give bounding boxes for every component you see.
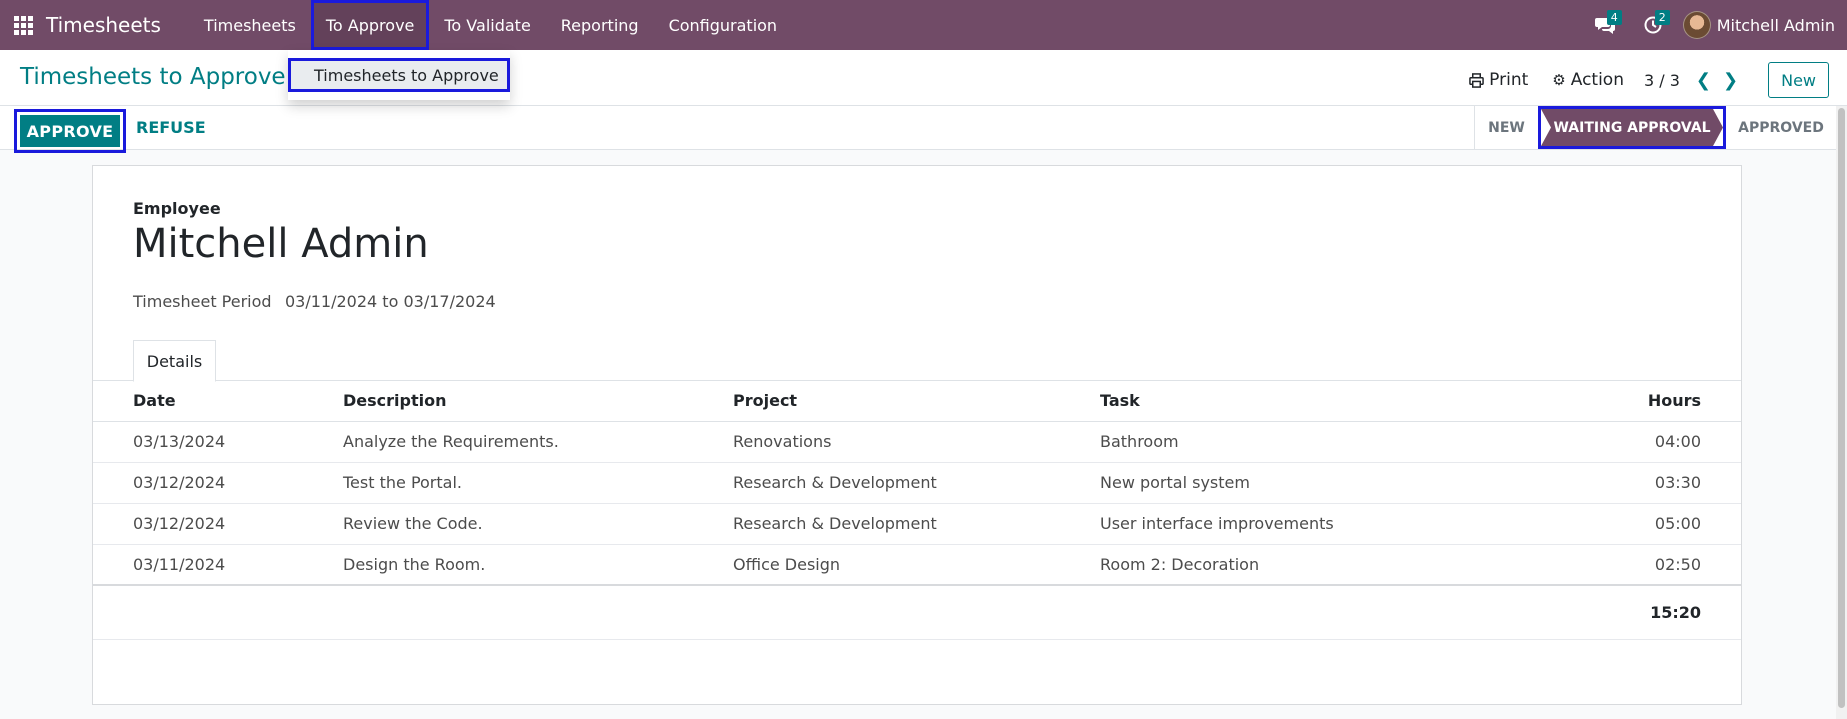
cell-hours: 05:00 xyxy=(1600,503,1741,545)
apps-menu-icon[interactable] xyxy=(0,0,46,50)
breadcrumb-parent[interactable]: Timesheets to Approve xyxy=(20,64,286,90)
table-header-row: Date Description Project Task Hours xyxy=(93,381,1741,422)
menu-to-approve[interactable]: To Approve xyxy=(310,0,430,50)
action-button[interactable]: ⚙ Action xyxy=(1552,70,1624,90)
total-hours: 15:20 xyxy=(1600,584,1741,640)
cell-date: 03/13/2024 xyxy=(93,421,343,463)
cell-task: Bathroom xyxy=(1100,421,1600,463)
stage-waiting-approval[interactable]: WAITING APPROVAL xyxy=(1538,106,1726,149)
activities-button[interactable]: 2 xyxy=(1629,0,1677,50)
form-sheet: Employee Mitchell Admin Timesheet Period… xyxy=(92,165,1742,705)
stage-approved[interactable]: APPROVED xyxy=(1726,106,1836,149)
action-label: Action xyxy=(1570,70,1624,90)
column-description[interactable]: Description xyxy=(343,381,733,422)
approve-button-highlight: APPROVE xyxy=(14,109,126,153)
stage-waiting-approval-label: WAITING APPROVAL xyxy=(1553,119,1711,136)
gear-icon: ⚙ xyxy=(1552,71,1566,89)
approve-button[interactable]: APPROVE xyxy=(20,115,120,147)
menu-reporting[interactable]: Reporting xyxy=(546,0,654,50)
period-value: 03/11/2024 to 03/17/2024 xyxy=(285,292,496,311)
cell-hours: 02:50 xyxy=(1600,544,1741,586)
employee-name: Mitchell Admin xyxy=(133,221,429,267)
user-avatar xyxy=(1682,11,1711,39)
cell-description: Test the Portal. xyxy=(343,462,733,504)
cell-project: Office Design xyxy=(733,544,1100,586)
column-date[interactable]: Date xyxy=(93,381,343,422)
pager-value[interactable]: 3 / 3 xyxy=(1644,71,1680,90)
timesheet-lines-table: Date Description Project Task Hours 03/1… xyxy=(93,381,1741,640)
column-hours[interactable]: Hours xyxy=(1600,381,1741,422)
cell-hours: 04:00 xyxy=(1600,421,1741,463)
stage-new-label: NEW xyxy=(1488,119,1525,136)
cell-project: Research & Development xyxy=(733,503,1100,545)
user-menu[interactable]: Mitchell Admin xyxy=(1677,0,1847,50)
column-project[interactable]: Project xyxy=(733,381,1100,422)
cell-date: 03/12/2024 xyxy=(93,503,343,545)
column-task[interactable]: Task xyxy=(1100,381,1600,422)
cell-description: Review the Code. xyxy=(343,503,733,545)
messages-button[interactable]: 4 xyxy=(1581,0,1629,50)
period-label: Timesheet Period xyxy=(133,292,272,311)
print-button[interactable]: Print xyxy=(1469,70,1528,90)
new-button[interactable]: New xyxy=(1768,62,1829,98)
stage-approved-label: APPROVED xyxy=(1738,119,1824,136)
employee-label: Employee xyxy=(133,199,221,218)
activities-badge: 2 xyxy=(1654,10,1670,25)
refuse-button[interactable]: REFUSE xyxy=(136,118,206,137)
table-row[interactable]: 03/13/2024 Analyze the Requirements. Ren… xyxy=(93,421,1741,463)
menu-configuration[interactable]: Configuration xyxy=(654,0,793,50)
cell-date: 03/11/2024 xyxy=(93,544,343,586)
table-row[interactable]: 03/12/2024 Review the Code. Research & D… xyxy=(93,503,1741,545)
cell-task: User interface improvements xyxy=(1100,503,1600,545)
pager-next-icon[interactable]: ❯ xyxy=(1723,70,1738,91)
print-label: Print xyxy=(1489,70,1529,90)
cell-date: 03/12/2024 xyxy=(93,462,343,504)
cell-project: Research & Development xyxy=(733,462,1100,504)
total-row: 15:20 xyxy=(93,584,1741,640)
breadcrumb: Timesheets to Approve/W xyxy=(20,64,328,90)
messages-badge: 4 xyxy=(1606,10,1622,25)
user-name: Mitchell Admin xyxy=(1716,15,1835,35)
to-approve-dropdown: Timesheets to Approve xyxy=(288,50,510,100)
app-brand[interactable]: Timesheets xyxy=(46,13,161,37)
stage-pipeline: NEW WAITING APPROVAL APPROVED xyxy=(1474,106,1836,149)
cell-task: Room 2: Decoration xyxy=(1100,544,1600,586)
cell-hours: 03:30 xyxy=(1600,462,1741,504)
tab-details[interactable]: Details xyxy=(133,340,216,382)
top-navbar: Timesheets Timesheets To Approve To Vali… xyxy=(0,0,1847,50)
scrollbar[interactable] xyxy=(1836,106,1847,719)
pager-previous-icon[interactable]: ❮ xyxy=(1696,70,1711,91)
cell-description: Analyze the Requirements. xyxy=(343,421,733,463)
cell-project: Renovations xyxy=(733,421,1100,463)
dropdown-item-timesheets-to-approve[interactable]: Timesheets to Approve xyxy=(288,58,510,92)
menu-to-validate[interactable]: To Validate xyxy=(429,0,545,50)
table-row[interactable]: 03/12/2024 Test the Portal. Research & D… xyxy=(93,462,1741,504)
table-row[interactable]: 03/11/2024 Design the Room. Office Desig… xyxy=(93,544,1741,586)
cell-description: Design the Room. xyxy=(343,544,733,586)
menu-timesheets[interactable]: Timesheets xyxy=(189,0,311,50)
control-panel: Timesheets to Approve/W Print ⚙ Action 3… xyxy=(0,50,1847,106)
cell-task: New portal system xyxy=(1100,462,1600,504)
status-bar: APPROVE REFUSE NEW WAITING APPROVAL APPR… xyxy=(0,106,1836,153)
printer-icon xyxy=(1469,72,1484,88)
stage-new[interactable]: NEW xyxy=(1474,106,1538,149)
